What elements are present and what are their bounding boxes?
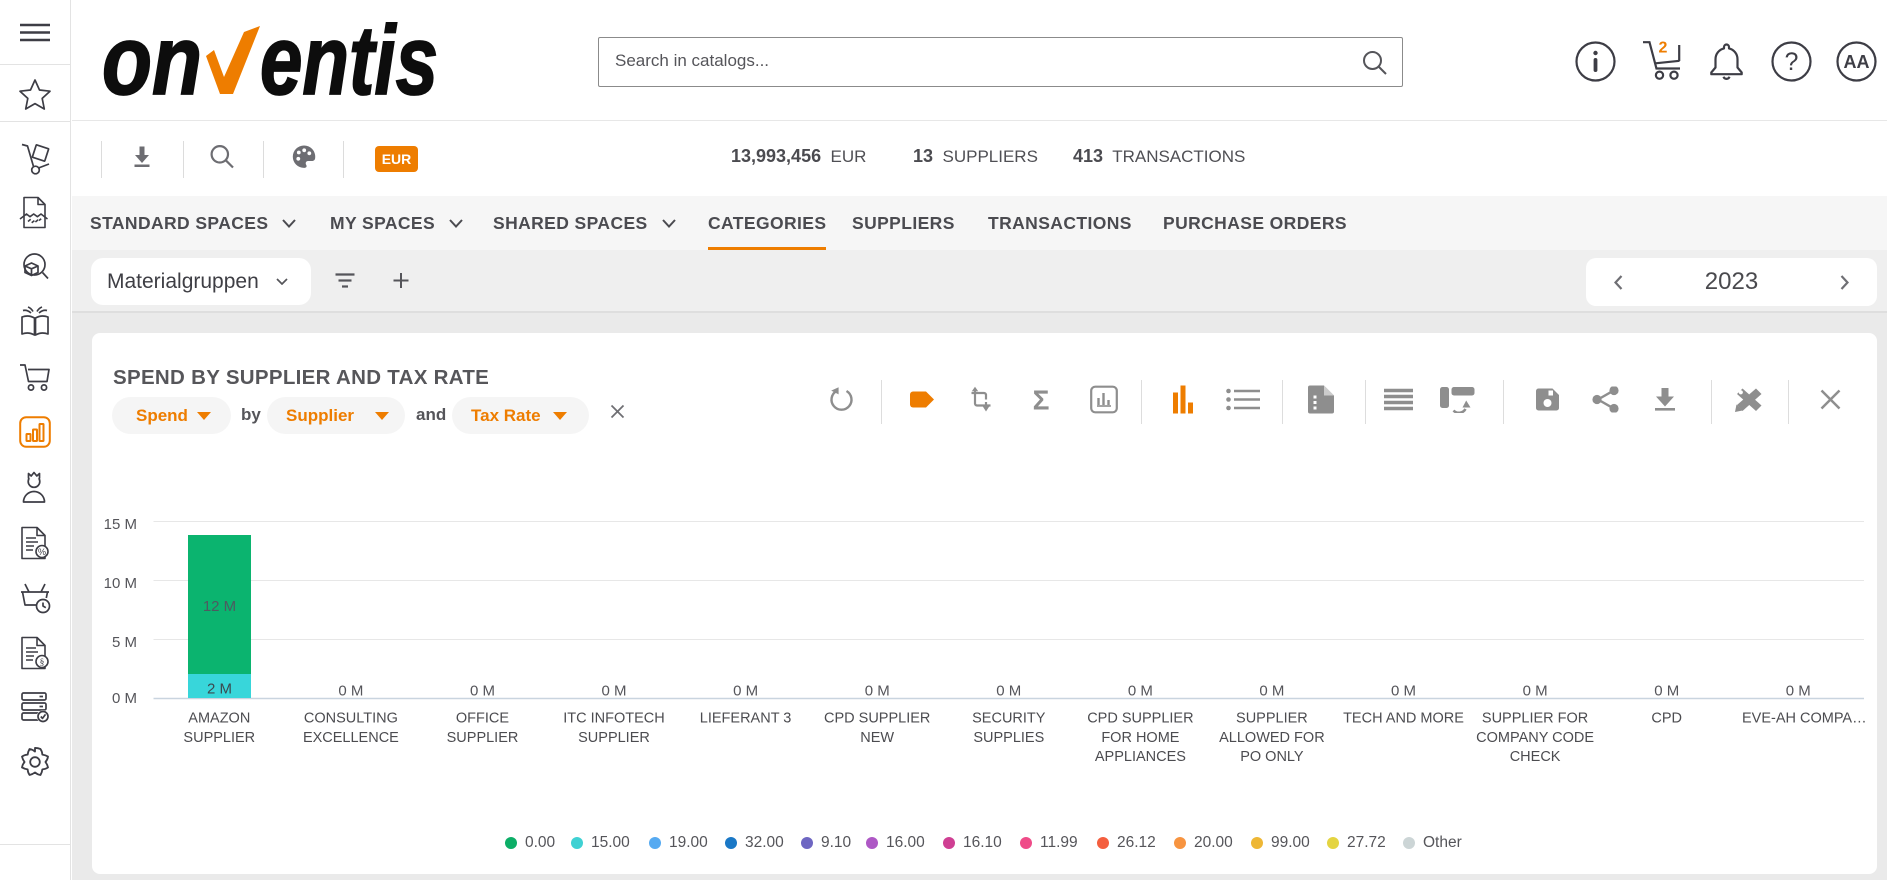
svg-text:CPD SUPPLIER: CPD SUPPLIER xyxy=(824,711,930,727)
svg-text:SUPPLIER: SUPPLIER xyxy=(578,730,650,746)
svg-text:SUPPLIER: SUPPLIER xyxy=(447,730,519,746)
svg-text:0 M: 0 M xyxy=(733,683,758,700)
svg-text:12 M: 12 M xyxy=(203,598,236,615)
svg-text:2 M: 2 M xyxy=(207,681,232,698)
svg-text:2: 2 xyxy=(1659,41,1668,57)
svg-text:SUPPLIES: SUPPLIES xyxy=(973,730,1044,746)
svg-text:LIEFERANT 3: LIEFERANT 3 xyxy=(700,711,792,727)
svg-text:SECURITY: SECURITY xyxy=(972,711,1046,727)
svg-text:AA: AA xyxy=(1844,52,1870,72)
svg-text:AMAZON: AMAZON xyxy=(188,711,250,727)
svg-text:CHECK: CHECK xyxy=(1510,749,1561,765)
svg-text:CPD: CPD xyxy=(1651,711,1682,727)
svg-text:ITC INFOTECH: ITC INFOTECH xyxy=(563,711,665,727)
svg-text:SUPPLIER: SUPPLIER xyxy=(183,730,255,746)
svg-text:NEW: NEW xyxy=(860,730,894,746)
svg-text:?: ? xyxy=(1785,48,1799,76)
svg-text:0 M: 0 M xyxy=(1654,683,1679,700)
svg-text:10 M: 10 M xyxy=(104,575,137,592)
svg-text:COMPANY CODE: COMPANY CODE xyxy=(1476,730,1594,746)
svg-text:0 M: 0 M xyxy=(1786,683,1811,700)
svg-text:EXCELLENCE: EXCELLENCE xyxy=(303,730,399,746)
svg-text:0 M: 0 M xyxy=(112,690,137,707)
svg-text:CONSULTING: CONSULTING xyxy=(304,711,398,727)
svg-text:0 M: 0 M xyxy=(1128,683,1153,700)
svg-text:PO ONLY: PO ONLY xyxy=(1240,749,1304,765)
svg-text:0 M: 0 M xyxy=(996,683,1021,700)
svg-text:TECH AND MORE: TECH AND MORE xyxy=(1343,711,1464,727)
svg-text:ALLOWED FOR: ALLOWED FOR xyxy=(1219,730,1325,746)
svg-text:EVE-AH COMPA…: EVE-AH COMPA… xyxy=(1742,711,1867,727)
svg-text:on: on xyxy=(102,22,202,102)
svg-text:0 M: 0 M xyxy=(470,683,495,700)
svg-text:SUPPLIER: SUPPLIER xyxy=(1236,711,1308,727)
svg-text:APPLIANCES: APPLIANCES xyxy=(1095,749,1186,765)
svg-text:0 M: 0 M xyxy=(1523,683,1548,700)
svg-text:0 M: 0 M xyxy=(601,683,626,700)
svg-text:§: § xyxy=(40,658,45,668)
svg-text:OFFICE: OFFICE xyxy=(456,711,509,727)
svg-text:5 M: 5 M xyxy=(112,634,137,651)
svg-text:0 M: 0 M xyxy=(865,683,890,700)
svg-text:0 M: 0 M xyxy=(338,683,363,700)
svg-text:%: % xyxy=(38,547,46,557)
svg-text:15 M: 15 M xyxy=(104,516,137,533)
svg-text:SUPPLIER FOR: SUPPLIER FOR xyxy=(1482,711,1588,727)
svg-text:0 M: 0 M xyxy=(1391,683,1416,700)
svg-text:FOR HOME: FOR HOME xyxy=(1101,730,1179,746)
svg-text:Σ: Σ xyxy=(1033,386,1050,414)
svg-text:entis: entis xyxy=(260,22,438,102)
svg-text:0 M: 0 M xyxy=(1259,683,1284,700)
svg-text:CPD SUPPLIER: CPD SUPPLIER xyxy=(1087,711,1193,727)
